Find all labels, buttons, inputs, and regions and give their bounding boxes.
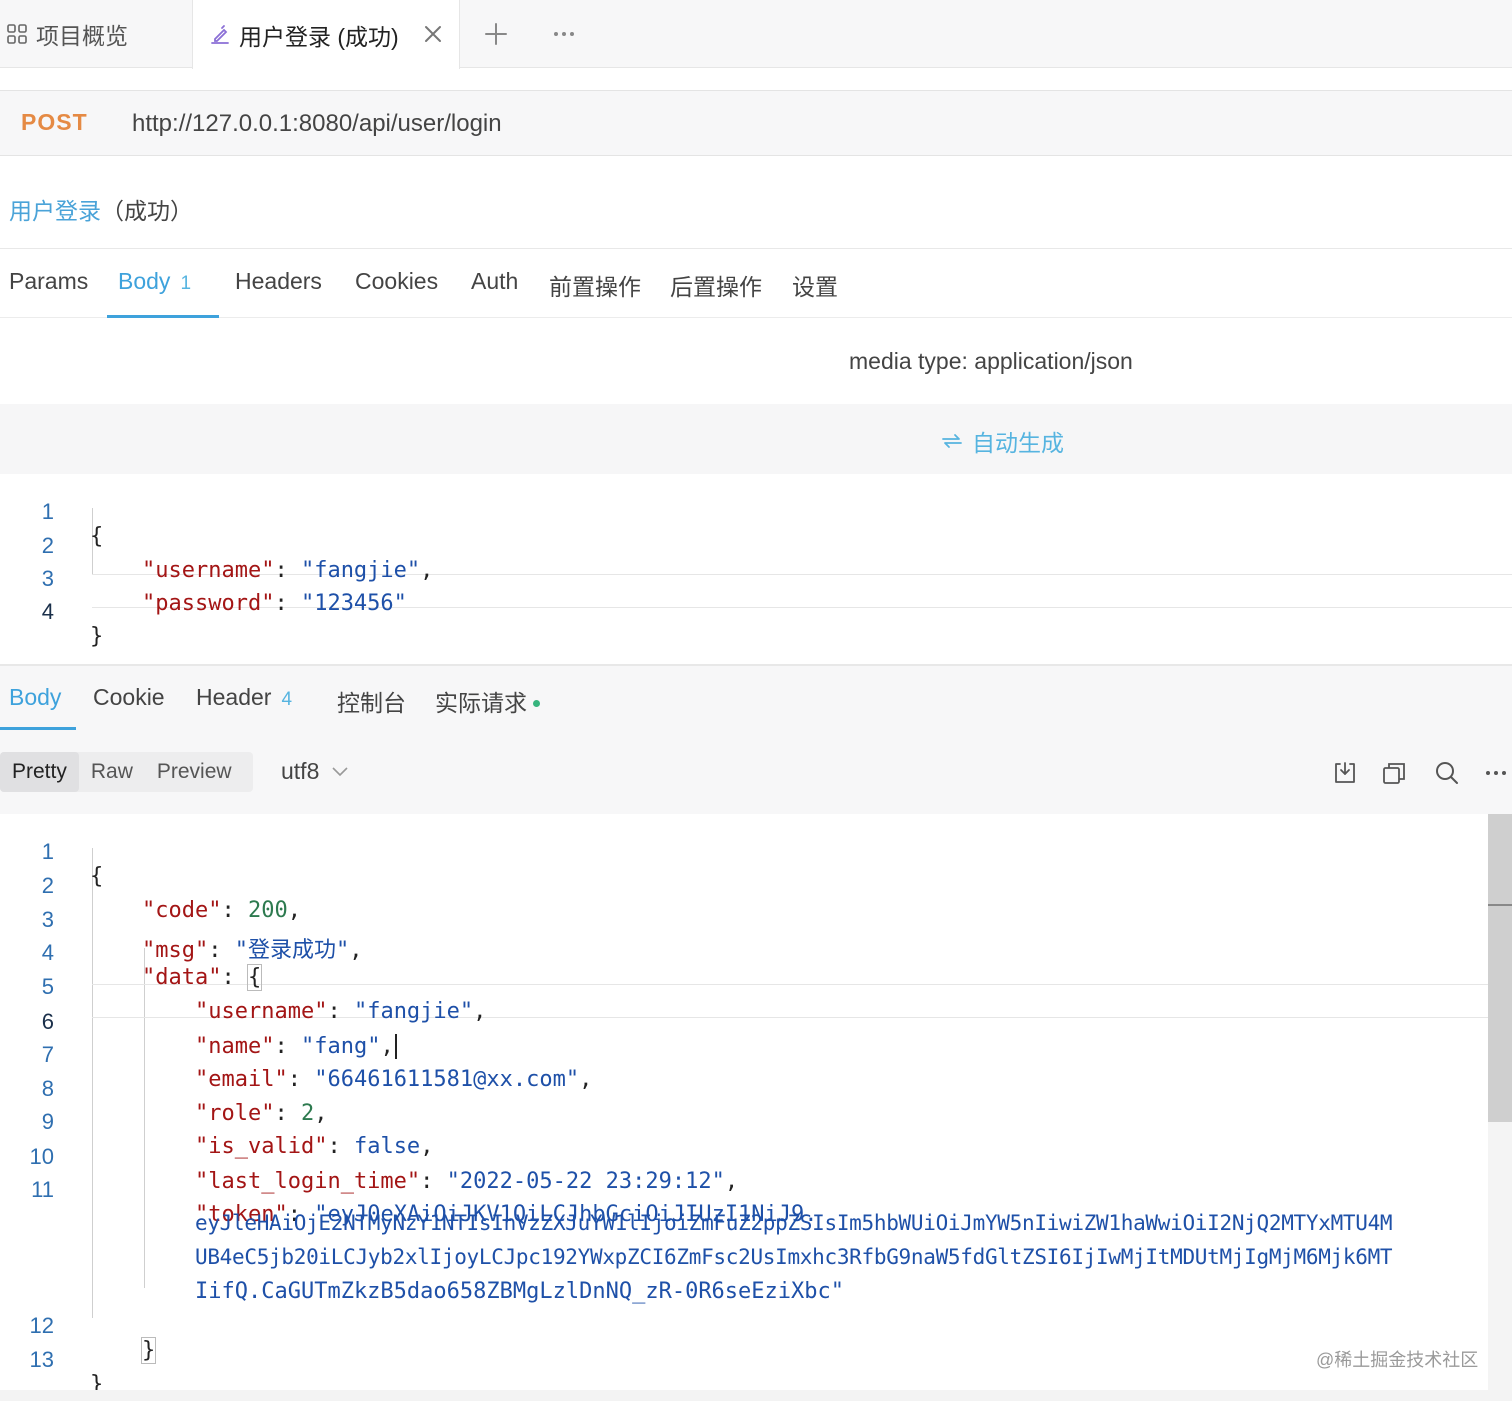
code-line: 2 "username": "fangjie", [0, 508, 1490, 583]
vertical-scrollbar[interactable] [1488, 814, 1512, 1390]
add-tab-icon[interactable] [482, 20, 510, 48]
format-preview[interactable]: Preview [145, 752, 244, 792]
code-line: 4 } [0, 574, 1490, 649]
request-icon [209, 24, 231, 46]
watermark: @稀土掘金技术社区 [1316, 1350, 1479, 1370]
tab-label: 控制台 [337, 690, 406, 716]
code-line-wrap: UB4eC5jb20iLCJyb2xlIjoyLCJpc192YWxpZCI6Z… [0, 1220, 1490, 1269]
copy-icon[interactable] [1381, 760, 1407, 786]
response-body-viewer[interactable]: 1 { 2 "code": 200, 3 "msg": "登录成功", 4 "d… [0, 814, 1512, 1397]
grid-icon [6, 23, 28, 45]
encoding-value: utf8 [281, 758, 320, 784]
tab-response-header[interactable]: Header 4 [196, 684, 292, 711]
code-line: 8 "role": 2, [0, 1051, 1490, 1126]
bottom-strip [0, 1390, 1512, 1401]
tab-label: 项目概览 [36, 23, 128, 49]
api-name: 用户登录（成功） [9, 192, 193, 226]
more-icon[interactable] [1484, 760, 1510, 786]
auto-generate-button[interactable]: 自动生成 [940, 424, 1064, 458]
tab-label: Body [118, 268, 171, 294]
auto-generate-bar: 自动生成 [0, 404, 1512, 474]
chevron-down-icon [332, 766, 348, 776]
tab-console[interactable]: 控制台 [337, 684, 406, 718]
code-line: 3 "password": "123456" [0, 541, 1490, 616]
tab-user-login[interactable]: 用户登录 (成功) [192, 0, 460, 69]
format-raw[interactable]: Raw [79, 752, 145, 792]
method-selector[interactable]: POST [21, 109, 88, 136]
count-badge: 4 [281, 689, 293, 710]
line-number: 13 [29, 1347, 54, 1372]
tab-settings[interactable]: 设置 [792, 268, 838, 302]
tab-headers[interactable]: Headers [235, 268, 322, 295]
active-tab-indicator [107, 315, 219, 318]
media-type-label: media type: application/json [849, 348, 1133, 374]
tab-label: Auth [471, 268, 519, 294]
tab-label: 前置操作 [549, 274, 641, 300]
code-line: 4 "data": { [0, 915, 1490, 991]
tab-label: Body [9, 684, 62, 710]
code-line-wrap: IifQ.CaGUTmZkzB5dao658ZBMgLzlDnNQ_zR-0R6… [0, 1254, 1490, 1304]
code-line: 2 "code": 200, [0, 848, 1490, 923]
code-line: 12 } [0, 1288, 1490, 1364]
search-icon[interactable] [1434, 760, 1460, 786]
code-line: 3 "msg": "登录成功", [0, 882, 1490, 963]
tab-strip: 项目概览 用户登录 (成功) [0, 0, 1512, 69]
tab-label: 后置操作 [670, 274, 762, 300]
tab-params[interactable]: Params [9, 268, 88, 295]
api-name-link[interactable]: 用户登录 [9, 198, 101, 224]
more-icon[interactable] [552, 24, 576, 44]
count-badge: 1 [180, 273, 192, 294]
code-line: 1 { [0, 814, 1490, 889]
auto-generate-label: 自动生成 [972, 430, 1064, 456]
line-number: 4 [41, 599, 54, 624]
code-line: 5 "username": "fangjie", [0, 949, 1490, 1024]
request-body-editor[interactable]: 1 { 2 "username": "fangjie", 3 "password… [0, 474, 1512, 649]
code-line-wrap: eyJleHAiOjE2NTMyNzY1NTIsInVzZXJuYW1lIjoi… [0, 1186, 1490, 1235]
tab-response-body[interactable]: Body [9, 684, 61, 711]
url-input[interactable]: http://127.0.0.1:8080/api/user/login [132, 110, 502, 138]
close-icon[interactable] [421, 22, 445, 46]
tab-actual-request[interactable]: 实际请求 [435, 684, 540, 718]
format-switch: Pretty Raw Preview [0, 752, 253, 792]
tab-label: Cookies [355, 268, 439, 294]
api-name-status: （成功） [101, 198, 193, 224]
code-line: 1 { [0, 474, 1490, 549]
code-line: 13 } [0, 1322, 1490, 1397]
tab-label: 用户登录 (成功) [239, 23, 399, 50]
code-line: 6 "name": "fang", [0, 984, 1490, 1059]
tab-label: Params [9, 268, 89, 294]
tab-post-actions[interactable]: 后置操作 [670, 268, 762, 302]
refresh-icon [942, 434, 962, 448]
scrollbar-thumb[interactable] [1488, 814, 1512, 1122]
request-tabs: Params Body 1 Headers Cookies Auth 前置操作 后… [0, 250, 1512, 318]
tab-label: Cookie [93, 684, 165, 710]
tab-cookies[interactable]: Cookies [355, 268, 438, 295]
tab-body[interactable]: Body 1 [118, 268, 191, 295]
scrollbar-marker [1488, 904, 1512, 906]
format-pretty[interactable]: Pretty [0, 752, 79, 792]
tab-label: 设置 [792, 274, 838, 300]
tab-pre-actions[interactable]: 前置操作 [549, 268, 641, 302]
tab-label: Header [196, 684, 272, 710]
url-bar: POST http://127.0.0.1:8080/api/user/logi… [0, 90, 1512, 156]
response-tabs: Body Cookie Header 4 控制台 实际请求 [0, 666, 1512, 730]
tab-label: Headers [235, 268, 322, 294]
tab-project-overview[interactable]: 项目概览 [6, 0, 190, 68]
code-line: 11 "token": "eyJ0eXAiOiJKV1QiLCJhbGciOiJ… [0, 1152, 1490, 1227]
status-dot [533, 700, 540, 707]
code-line: 10 "last_login_time": "2022-05-22 23:29:… [0, 1119, 1490, 1194]
encoding-select[interactable]: utf8 [281, 758, 349, 785]
code-line: 9 "is_valid": false, [0, 1084, 1490, 1159]
tab-auth[interactable]: Auth [471, 268, 518, 295]
download-icon[interactable] [1332, 760, 1358, 786]
code-line: 7 "email": "66461611581@xx.com", [0, 1017, 1490, 1092]
tab-label: 实际请求 [435, 690, 527, 716]
tab-response-cookie[interactable]: Cookie [93, 684, 165, 711]
response-toolbar: Pretty Raw Preview utf8 [0, 730, 1512, 814]
code-text: } [90, 624, 104, 649]
divider [0, 248, 1512, 249]
